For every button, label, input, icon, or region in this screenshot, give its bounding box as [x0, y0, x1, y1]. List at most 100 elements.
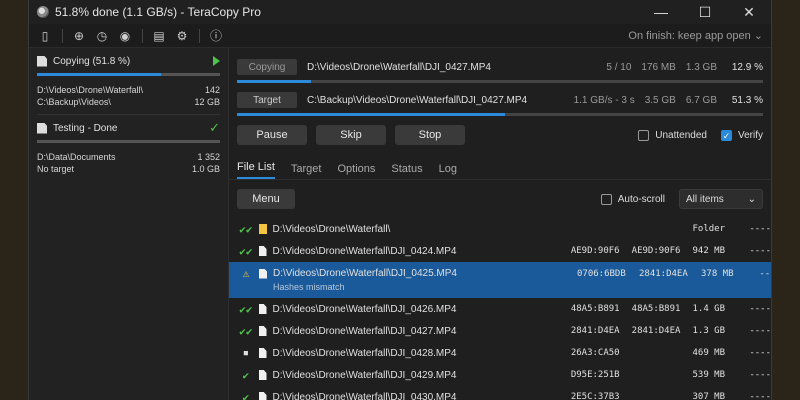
target-hash: 2841:D4EA — [631, 326, 681, 336]
copying-label: Copying — [237, 59, 297, 75]
title-bar: 51.8% done (1.1 GB/s) - TeraCopy Pro — ☐… — [29, 0, 771, 24]
toolbar: ▯ ⊕ ◷ ◉ ▤ ⚙ ⓘ On finish: keep app open ⌄ — [29, 24, 771, 48]
double-check-icon: ✔✔ — [239, 324, 253, 338]
checkmark-icon: ✓ — [209, 120, 220, 135]
folder-icon — [258, 224, 267, 234]
file-row-selected[interactable]: ⚠ D:\Videos\Drone\Waterfall\DJI_0425.MP4… — [229, 262, 771, 298]
target-hash: 48A5:B891 — [631, 304, 681, 314]
sidebar-toggle-icon[interactable]: ▯ — [37, 28, 53, 44]
add-icon[interactable]: ⊕ — [71, 28, 87, 44]
target-progress-fill — [237, 113, 506, 116]
file-extra: ---- — [749, 224, 771, 234]
menu-button[interactable]: Menu — [237, 189, 295, 209]
file-extra: ---- — [749, 326, 771, 336]
autoscroll-checkbox[interactable]: Auto-scroll — [600, 193, 665, 205]
control-bar: Pause Skip Stop Unattended ✓ Verify — [229, 120, 771, 150]
stop-button[interactable]: Stop — [395, 125, 465, 145]
on-finish-dropdown[interactable]: On finish: keep app open ⌄ — [628, 29, 763, 42]
job-target: No target — [37, 164, 75, 174]
job-progress-bar — [37, 140, 220, 143]
unattended-checkbox[interactable]: Unattended — [638, 129, 707, 141]
job-source: D:\Videos\Drone\Waterfall\ — [37, 85, 144, 95]
tab-bar: File List Target Options Status Log — [229, 156, 771, 180]
file-row[interactable]: ✔ D:\Videos\Drone\Waterfall\DJI_0429.MP4… — [229, 364, 771, 386]
error-message: Hashes mismatch — [273, 282, 345, 292]
double-check-icon: ✔✔ — [239, 302, 253, 316]
checkmark-icon: ✔ — [242, 368, 250, 382]
play-icon[interactable] — [213, 56, 220, 66]
file-row[interactable]: ✔✔ D:\Videos\Drone\Waterfall\DJI_0426.MP… — [229, 298, 771, 320]
job-progress-fill — [37, 73, 162, 76]
double-check-icon: ✔✔ — [239, 222, 253, 236]
on-finish-label: On finish: keep app open — [628, 30, 751, 42]
job-file-count: 142 — [204, 85, 220, 95]
checkbox-box — [638, 129, 650, 141]
file-name: D:\Videos\Drone\Waterfall\ — [272, 223, 391, 235]
file-icon — [258, 392, 267, 400]
print-icon[interactable]: ▤ — [151, 28, 167, 44]
file-name: D:\Videos\Drone\Waterfall\DJI_0424.MP4 — [272, 245, 457, 257]
verify-checkbox[interactable]: ✓ Verify — [720, 129, 763, 141]
target-percent: 51.3 % — [731, 94, 763, 106]
job-copying[interactable]: Copying (51.8 %) D:\Videos\Drone\Waterfa… — [29, 48, 228, 115]
target-hash: 2841:D4EA — [639, 268, 688, 279]
info-icon[interactable]: ⓘ — [208, 28, 224, 44]
tab-status[interactable]: Status — [391, 163, 422, 179]
pause-button[interactable]: Pause — [237, 125, 307, 145]
target-hash: AE9D:90F6 — [631, 246, 681, 256]
gear-icon[interactable]: ⚙ — [174, 28, 190, 44]
file-name: D:\Videos\Drone\Waterfall\DJI_0426.MP4 — [272, 303, 457, 315]
unattended-label: Unattended — [655, 129, 707, 141]
file-icon — [258, 326, 267, 336]
file-row[interactable]: ✔ D:\Videos\Drone\Waterfall\DJI_0430.MP4… — [229, 386, 771, 400]
target-speed: 1.1 GB/s - 3 s — [573, 94, 635, 106]
job-sidebar: Copying (51.8 %) D:\Videos\Drone\Waterfa… — [29, 48, 229, 400]
file-extra: ---- — [749, 370, 771, 380]
job-file-count: 1 352 — [197, 152, 220, 162]
job-title: Testing - Done — [53, 122, 118, 134]
target-done: 3.5 GB — [644, 94, 676, 106]
copying-row: Copying D:\Videos\Drone\Waterfall\DJI_04… — [229, 54, 771, 80]
file-row[interactable]: ✔✔ D:\Videos\Drone\Waterfall\DJI_0427.MP… — [229, 320, 771, 342]
file-name: D:\Videos\Drone\Waterfall\DJI_0428.MP4 — [272, 347, 457, 359]
source-hash: 48A5:B891 — [570, 304, 620, 314]
source-hash: AE9D:90F6 — [570, 246, 620, 256]
filter-select[interactable]: All items ⌄ — [679, 189, 763, 209]
file-size: 1.3 GB — [692, 326, 726, 336]
history-icon[interactable]: ◷ — [94, 28, 110, 44]
tab-target[interactable]: Target — [291, 163, 322, 179]
tab-file-list[interactable]: File List — [237, 161, 275, 179]
favorites-icon[interactable]: ◉ — [117, 28, 133, 44]
source-hash: 26A3:CA50 — [570, 348, 620, 358]
close-icon[interactable]: ✕ — [727, 0, 771, 24]
filter-value: All items — [686, 193, 724, 205]
job-progress-bar — [37, 73, 220, 76]
target-progress-bar — [237, 113, 763, 116]
document-icon — [37, 55, 47, 67]
list-toolbar: Menu Auto-scroll All items ⌄ — [229, 184, 771, 214]
file-row[interactable]: ■ D:\Videos\Drone\Waterfall\DJI_0428.MP4… — [229, 342, 771, 364]
skip-button[interactable]: Skip — [316, 125, 386, 145]
source-hash: 2841:D4EA — [570, 326, 620, 336]
file-extra: ---- — [749, 304, 771, 314]
target-label: Target — [237, 92, 297, 108]
copying-progress-fill — [237, 80, 311, 83]
file-icon — [258, 304, 267, 314]
chevron-down-icon: ⌄ — [747, 193, 756, 205]
double-check-icon: ✔✔ — [239, 244, 253, 258]
file-name: D:\Videos\Drone\Waterfall\DJI_0425.MP4 — [273, 268, 457, 279]
warning-icon: ⚠ — [242, 267, 250, 280]
tab-options[interactable]: Options — [337, 163, 375, 179]
job-title: Copying (51.8 %) — [53, 55, 131, 67]
file-row[interactable]: ✔✔ D:\Videos\Drone\Waterfall\ Folder ---… — [229, 218, 771, 240]
minimize-icon[interactable]: — — [639, 0, 683, 24]
pending-icon: ■ — [243, 349, 248, 357]
maximize-icon[interactable]: ☐ — [683, 0, 727, 24]
file-extra: ---- — [749, 246, 771, 256]
copying-done: 176 MB — [641, 61, 676, 73]
job-testing[interactable]: Testing - Done ✓ D:\Data\Documents 1 352 … — [29, 115, 228, 175]
file-row[interactable]: ✔✔ D:\Videos\Drone\Waterfall\DJI_0424.MP… — [229, 240, 771, 262]
copying-total: 1.3 GB — [685, 61, 717, 73]
tab-log[interactable]: Log — [439, 163, 457, 179]
job-target: C:\Backup\Videos\ — [37, 97, 111, 107]
